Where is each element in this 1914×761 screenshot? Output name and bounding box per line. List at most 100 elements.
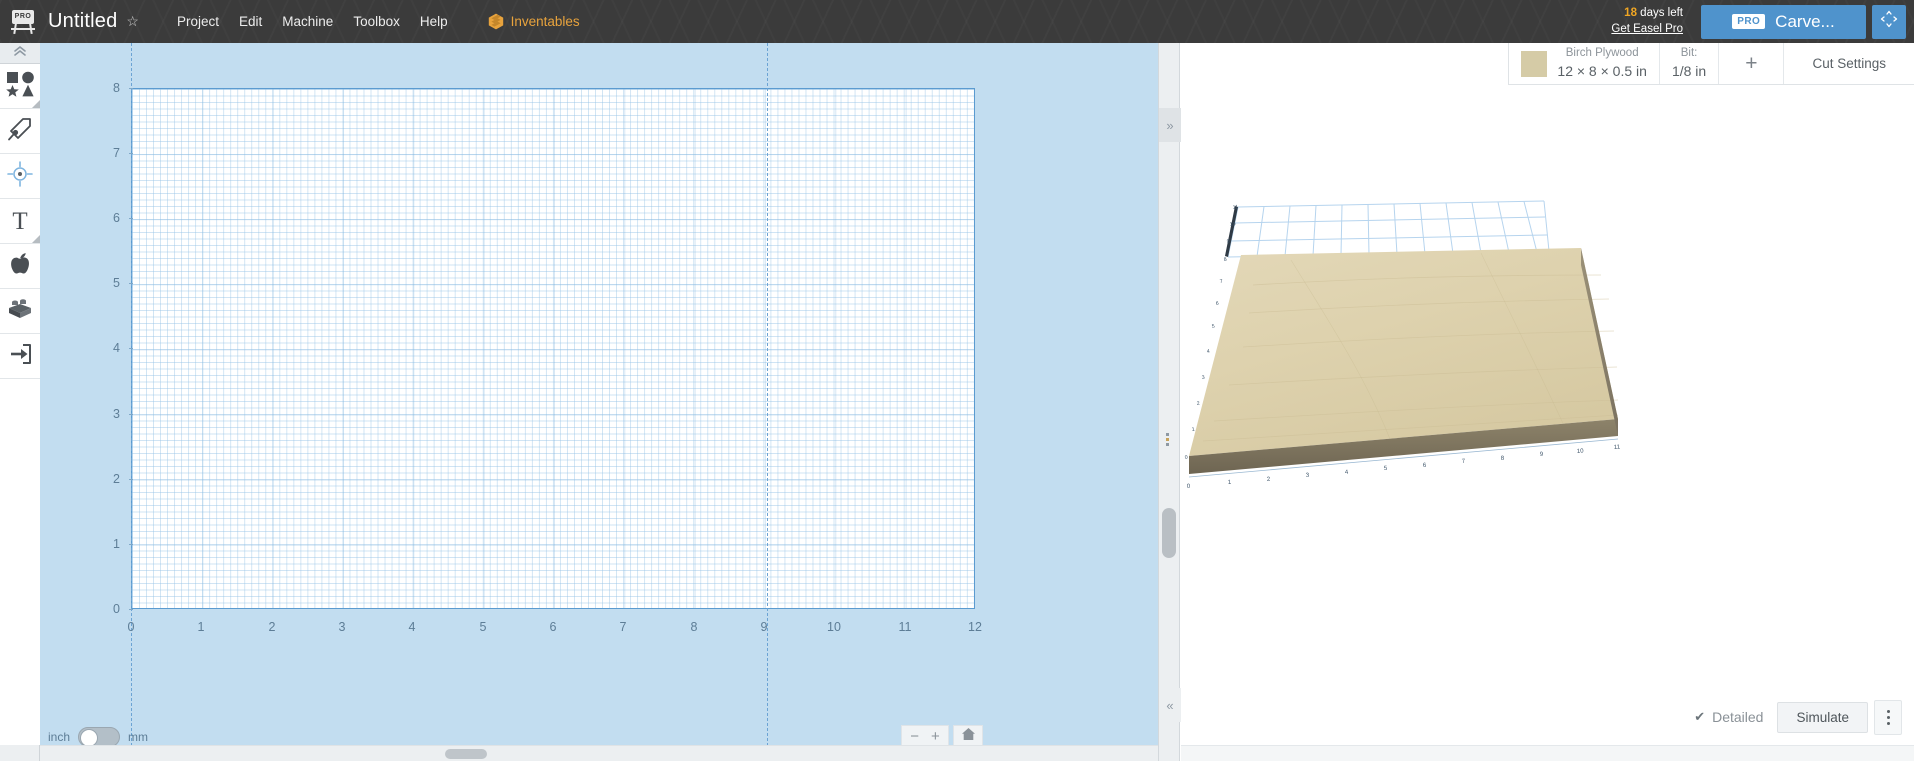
easel-logo-plate: PRO — [12, 9, 34, 24]
divider-drag-grip[interactable] — [1166, 433, 1174, 451]
get-easel-pro-link[interactable]: Get Easel Pro — [1611, 22, 1683, 38]
x-axis-label: 0 — [127, 620, 135, 634]
four-arrows-expand-icon — [1879, 9, 1899, 34]
left-toolbar: T — [0, 43, 41, 379]
zoom-controls: − + — [901, 725, 983, 747]
easel-logo-icon[interactable]: PRO — [10, 9, 36, 34]
collapse-right-panel-button[interactable]: « — [1159, 688, 1181, 722]
panel-divider[interactable]: » « — [1158, 43, 1181, 761]
apple-icon — [8, 251, 32, 281]
canvas-horizontal-scrollbar[interactable] — [40, 745, 1158, 761]
home-icon — [961, 727, 976, 746]
menu-item-machine[interactable]: Machine — [282, 14, 333, 29]
menu-bar: Project Edit Machine Toolbox Help Invent… — [177, 13, 580, 30]
unit-label-mm: mm — [128, 730, 149, 744]
material-name: Birch Plywood — [1565, 47, 1639, 60]
y-tick — [129, 218, 133, 219]
easel-app-window: PRO Untitled ☆ Project Edit Machine Tool… — [0, 0, 1914, 761]
svg-text:2: 2 — [1196, 401, 1200, 407]
x-axis-label: 7 — [619, 620, 627, 634]
cut-settings-button[interactable]: Cut Settings — [1784, 43, 1914, 84]
grip-dot — [1166, 443, 1169, 446]
material-workpiece-rect[interactable] — [131, 88, 975, 609]
material-selector[interactable]: Birch Plywood 12 × 8 × 0.5 in — [1509, 43, 1660, 84]
unit-toggle[interactable]: inch mm — [48, 727, 148, 747]
sidebar-item-center-point[interactable] — [0, 154, 40, 199]
svg-text:5: 5 — [1211, 324, 1215, 330]
cut-settings-label: Cut Settings — [1812, 56, 1886, 71]
vertical-dots-icon — [1886, 715, 1890, 719]
add-bit-button[interactable]: + — [1719, 43, 1785, 84]
material-dimensions: 12 × 8 × 0.5 in — [1557, 62, 1647, 79]
svg-text:10: 10 — [1229, 221, 1236, 228]
preview-options-menu-button[interactable] — [1874, 699, 1902, 735]
lego-brick-icon — [7, 298, 33, 325]
divider-scroll-thumb[interactable] — [1162, 508, 1176, 558]
plus-icon: + — [1745, 51, 1758, 75]
svg-text:1: 1 — [1228, 480, 1233, 486]
preview-3d-stage[interactable]: 11 10 9 8 7 6 5 4 3 2 1 0 0 1 2 3 4 5 6 … — [1181, 85, 1914, 719]
material-swatch — [1521, 50, 1548, 77]
y-axis-label: 0 — [113, 602, 120, 616]
x-axis-label: 11 — [898, 620, 912, 634]
bit-selector[interactable]: Bit: 1/8 in — [1660, 43, 1720, 84]
y-axis-label: 2 — [113, 472, 120, 486]
x-axis-label: 5 — [479, 620, 487, 634]
y-tick — [129, 609, 133, 610]
page-title[interactable]: Untitled — [48, 10, 117, 33]
y-axis-label: 8 — [113, 81, 120, 95]
toolbar-collapse-button[interactable] — [0, 43, 40, 64]
chevron-double-up-icon — [12, 44, 28, 62]
carve-button[interactable]: PRO Carve... — [1701, 4, 1866, 39]
zoom-out-button[interactable]: − — [910, 728, 919, 745]
bit-text: Bit: 1/8 in — [1672, 46, 1706, 80]
zoom-reset-home-button[interactable] — [953, 725, 983, 747]
import-arrow-icon — [8, 342, 33, 371]
guide-line-left — [131, 43, 132, 761]
sidebar-item-text[interactable]: T — [0, 199, 40, 244]
svg-text:7: 7 — [1462, 459, 1467, 465]
left-rail-bottom-filler — [0, 745, 40, 761]
inventables-link[interactable]: Inventables — [488, 13, 580, 30]
menu-item-help[interactable]: Help — [420, 14, 448, 29]
favorite-star-icon[interactable]: ☆ — [126, 13, 139, 30]
preview-3d-footer: ✔ Detailed Simulate — [1181, 695, 1914, 739]
menu-item-toolbox[interactable]: Toolbox — [353, 14, 400, 29]
preview-3d-scene: 11 10 9 8 7 6 5 4 3 2 1 0 0 1 2 3 4 5 6 … — [1184, 200, 1621, 490]
top-bar: PRO Untitled ☆ Project Edit Machine Tool… — [0, 0, 1914, 43]
y-tick — [129, 544, 133, 545]
menu-item-project[interactable]: Project — [177, 14, 219, 29]
zoom-in-out-group[interactable]: − + — [901, 725, 949, 747]
carve-button-label: Carve... — [1775, 11, 1835, 31]
preview-3d-panel[interactable]: Birch Plywood 12 × 8 × 0.5 in Bit: 1/8 i… — [1181, 43, 1914, 761]
menu-item-edit[interactable]: Edit — [239, 14, 262, 29]
sidebar-item-toolbox[interactable] — [0, 289, 40, 334]
simulate-button[interactable]: Simulate — [1777, 701, 1868, 733]
canvas-scrollbar-thumb[interactable] — [445, 749, 487, 759]
y-tick — [129, 283, 133, 284]
sidebar-item-apps[interactable] — [0, 244, 40, 289]
detailed-toggle[interactable]: ✔ Detailed — [1694, 709, 1763, 725]
sidebar-item-pen[interactable] — [0, 109, 40, 154]
x-axis-label: 1 — [197, 620, 205, 634]
detailed-label: Detailed — [1712, 709, 1764, 725]
svg-text:7: 7 — [1219, 279, 1223, 285]
design-canvas[interactable]: 8 7 6 5 4 3 2 1 0 0 1 2 3 4 5 6 7 8 9 10… — [40, 43, 1158, 761]
pro-badge: PRO — [1732, 14, 1766, 29]
inventables-hex-logo-icon — [488, 13, 504, 30]
shapes-submenu-indicator[interactable] — [32, 100, 40, 108]
svg-text:8: 8 — [1501, 456, 1506, 462]
svg-text:0: 0 — [1187, 484, 1192, 490]
text-submenu-indicator[interactable] — [32, 235, 40, 243]
guide-line-right — [767, 43, 768, 761]
zoom-in-button[interactable]: + — [931, 728, 940, 745]
unit-switch[interactable] — [78, 727, 121, 747]
expand-right-panel-button[interactable]: » — [1159, 108, 1181, 142]
sidebar-item-shapes[interactable] — [0, 64, 40, 109]
sidebar-item-import[interactable] — [0, 334, 40, 379]
svg-text:5: 5 — [1384, 466, 1389, 472]
svg-text:11: 11 — [1614, 444, 1621, 451]
crosshair-target-icon — [7, 160, 33, 192]
fullscreen-toggle-button[interactable] — [1872, 4, 1906, 39]
x-axis-label: 2 — [268, 620, 276, 634]
